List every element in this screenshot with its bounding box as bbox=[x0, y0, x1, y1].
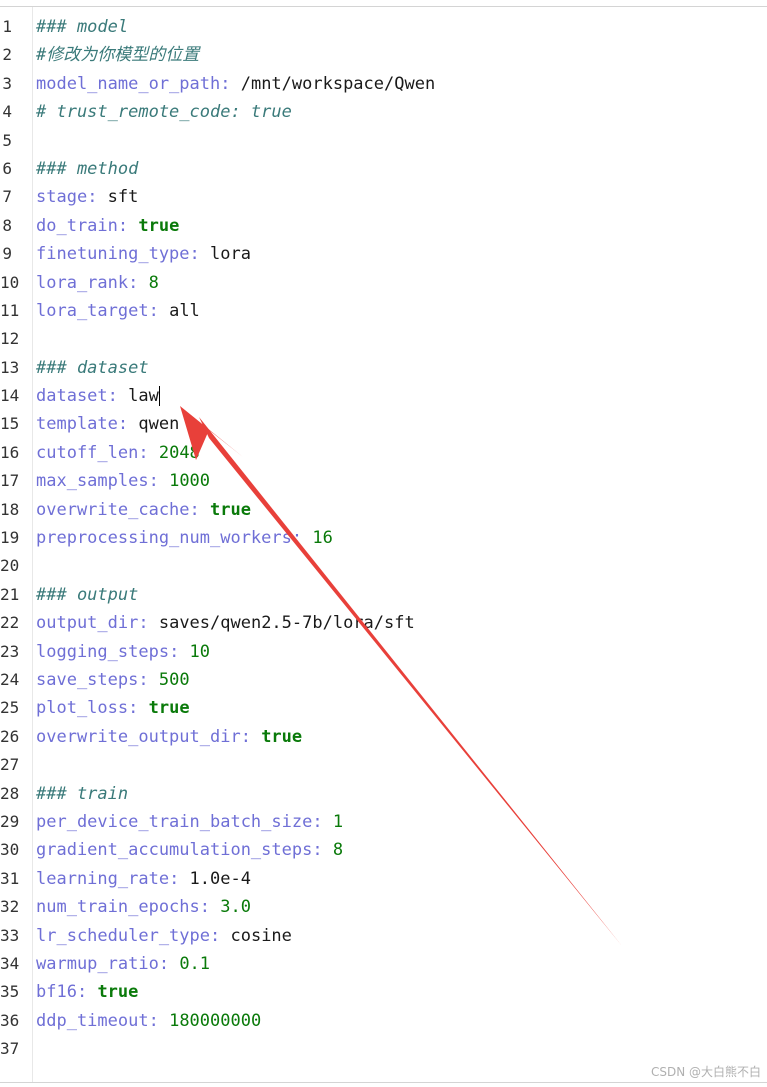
watermark: CSDN @大白熊不白 bbox=[650, 1065, 761, 1079]
arrow-shaft bbox=[199, 417, 622, 946]
red-arrow-icon bbox=[180, 406, 622, 946]
